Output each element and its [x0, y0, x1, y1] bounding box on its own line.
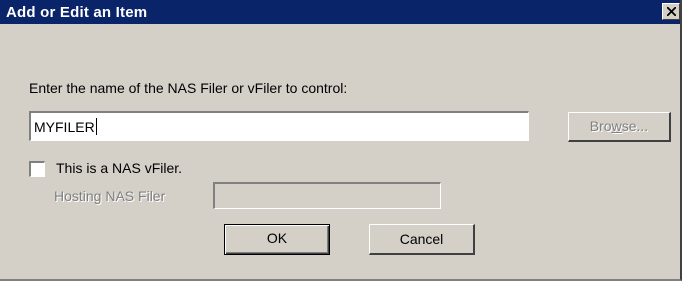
window-title: Add or Edit an Item	[6, 4, 148, 21]
vfiler-checkbox-label[interactable]: This is a NAS vFiler.	[56, 160, 182, 176]
close-icon	[667, 7, 676, 16]
filer-name-prompt: Enter the name of the NAS Filer or vFile…	[29, 80, 348, 96]
cancel-button[interactable]: Cancel	[369, 224, 475, 255]
hosting-filer-label: Hosting NAS Filer	[54, 188, 166, 204]
text-caret	[95, 118, 97, 135]
filer-name-input[interactable]: MYFILER	[29, 111, 529, 141]
hosting-filer-input[interactable]	[213, 182, 441, 209]
close-button[interactable]	[662, 3, 680, 20]
ok-button[interactable]: OK	[224, 224, 330, 255]
browse-button[interactable]: Browse...	[568, 112, 671, 142]
vfiler-checkbox[interactable]	[29, 161, 45, 177]
title-bar[interactable]: Add or Edit an Item	[0, 0, 680, 24]
add-edit-item-dialog: Add or Edit an Item Enter the name of th…	[0, 0, 682, 281]
browse-label-part: se...	[621, 118, 649, 134]
browse-label-part: Bro	[589, 118, 612, 134]
browse-accelerator: w	[611, 118, 622, 134]
filer-name-value: MYFILER	[34, 119, 95, 135]
